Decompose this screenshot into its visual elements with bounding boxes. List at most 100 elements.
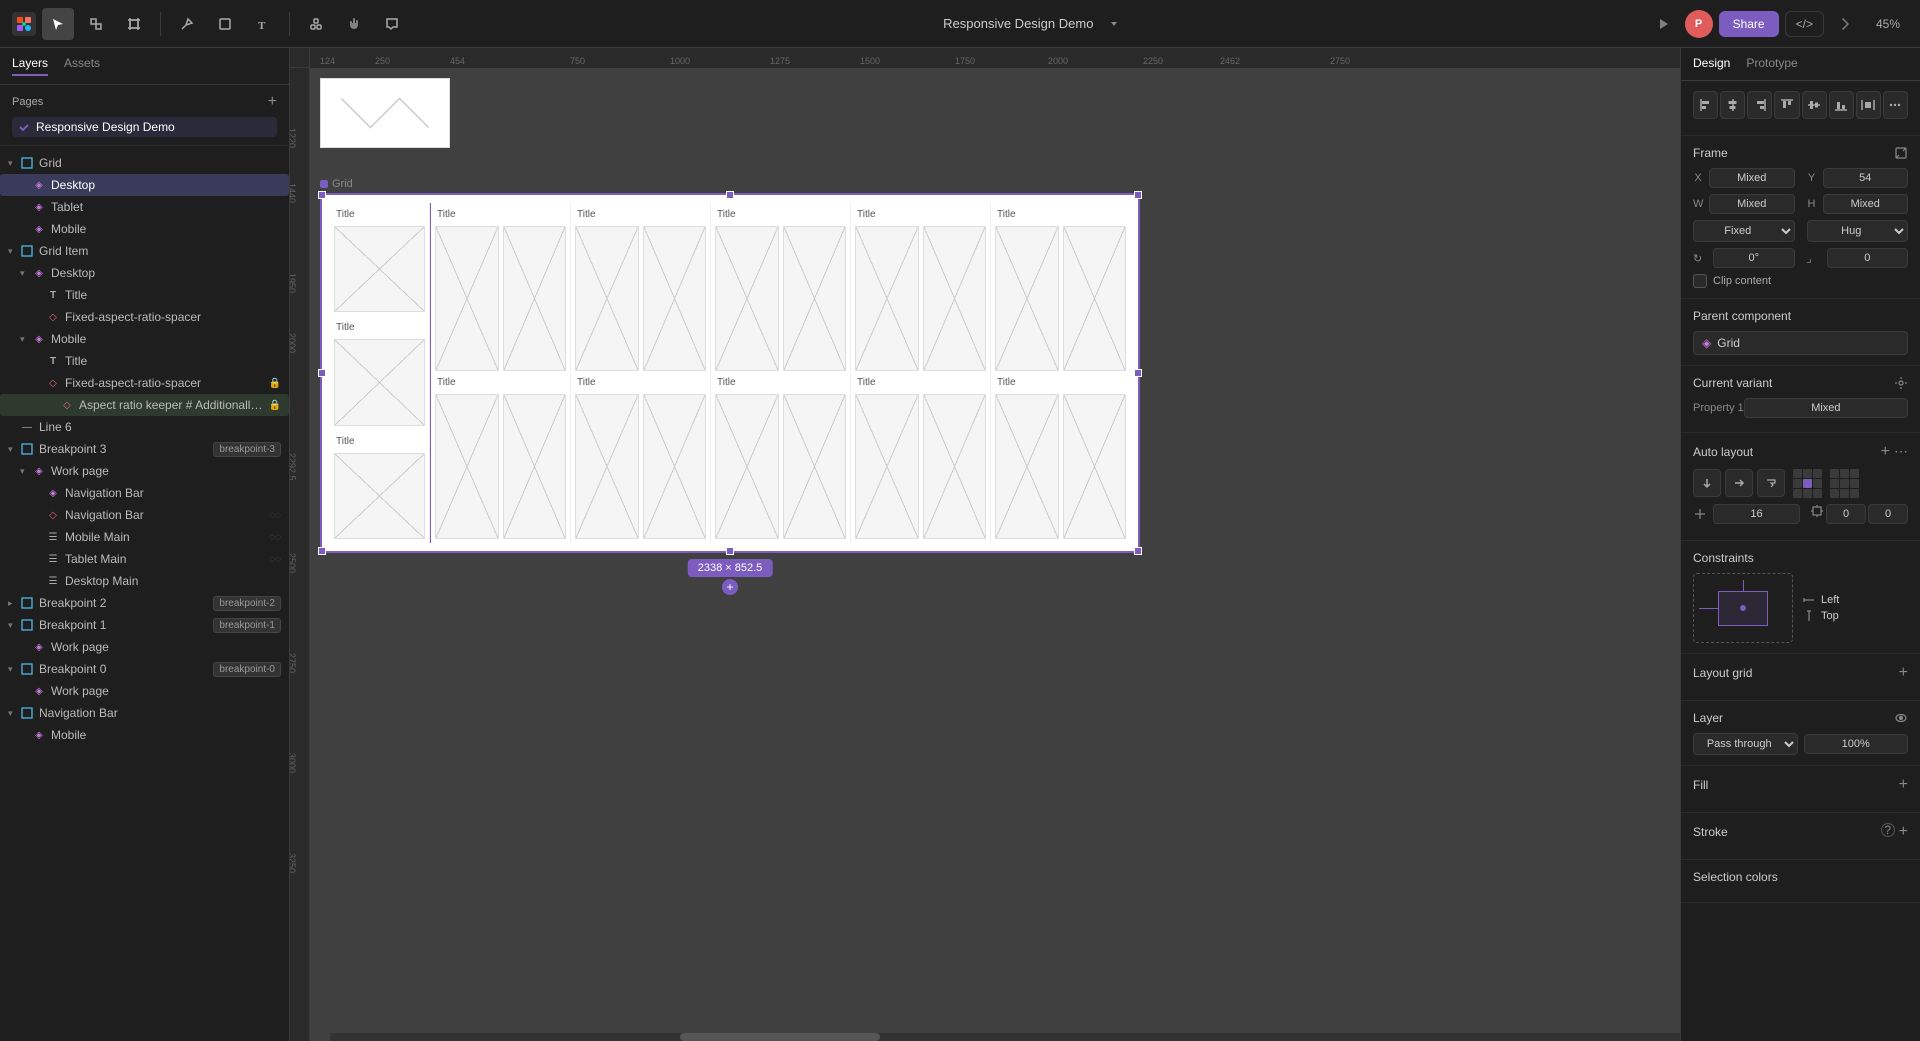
handle-bm[interactable] bbox=[726, 547, 734, 555]
align-left-btn[interactable] bbox=[1693, 91, 1718, 119]
handle-tr[interactable] bbox=[1134, 191, 1142, 199]
layer-item-nav-bar-3[interactable]: ▾ Navigation Bar bbox=[0, 702, 289, 724]
align-grid-tm[interactable] bbox=[1803, 469, 1812, 478]
dist-grid-7[interactable] bbox=[1830, 489, 1839, 498]
align-center-v-btn[interactable] bbox=[1802, 91, 1827, 119]
move-tool-btn[interactable] bbox=[42, 8, 74, 40]
layer-item-desktop-gi[interactable]: ▾ ◈ Desktop bbox=[0, 262, 289, 284]
present-btn[interactable] bbox=[1647, 8, 1679, 40]
padding-v-input[interactable] bbox=[1868, 504, 1908, 524]
document-title[interactable]: Responsive Design Demo bbox=[935, 12, 1101, 35]
layer-item-aspect-ratio-keeper[interactable]: ◇ Aspect ratio keeper # Additionally ...… bbox=[0, 394, 289, 416]
align-bottom-btn[interactable] bbox=[1829, 91, 1854, 119]
layer-item-nav-bar-2[interactable]: ◇ Navigation Bar ◌◌ bbox=[0, 504, 289, 526]
layer-item-breakpoint-3[interactable]: ▾ Breakpoint 3 breakpoint-3 bbox=[0, 438, 289, 460]
handle-tm[interactable] bbox=[726, 191, 734, 199]
scale-tool-btn[interactable] bbox=[80, 8, 112, 40]
handle-bl[interactable] bbox=[318, 547, 326, 555]
align-grid-bm[interactable] bbox=[1803, 489, 1812, 498]
tab-assets[interactable]: Assets bbox=[64, 56, 100, 76]
layer-item-desktop[interactable]: ◈ Desktop bbox=[0, 174, 289, 196]
page-item-responsive[interactable]: Responsive Design Demo bbox=[12, 117, 277, 137]
layer-item-fixed-aspect-2[interactable]: ◇ Fixed-aspect-ratio-spacer 🔒 bbox=[0, 372, 289, 394]
layer-item-title-1[interactable]: T Title bbox=[0, 284, 289, 306]
dir-right-btn[interactable] bbox=[1725, 469, 1753, 497]
frame-tool-btn[interactable] bbox=[118, 8, 150, 40]
constraint-v-select[interactable]: Hug Fill Fixed bbox=[1807, 220, 1909, 242]
property-1-input[interactable] bbox=[1744, 398, 1908, 418]
align-grid-tl[interactable] bbox=[1793, 469, 1802, 478]
layer-item-desktop-main[interactable]: ☰ Desktop Main bbox=[0, 570, 289, 592]
align-grid-br[interactable] bbox=[1813, 489, 1822, 498]
align-grid-mr[interactable] bbox=[1813, 479, 1822, 488]
layer-item-work-page-1[interactable]: ▾ ◈ Work page bbox=[0, 460, 289, 482]
scrollbar-horizontal[interactable] bbox=[330, 1033, 1680, 1041]
add-layout-grid-btn[interactable]: + bbox=[1899, 664, 1908, 682]
shape-tool-btn[interactable] bbox=[209, 8, 241, 40]
scrollbar-thumb[interactable] bbox=[680, 1033, 880, 1041]
app-logo[interactable] bbox=[12, 12, 36, 36]
layer-item-grid-item[interactable]: ▾ Grid Item bbox=[0, 240, 289, 262]
hand-tool-btn[interactable] bbox=[338, 8, 370, 40]
align-center-h-btn[interactable] bbox=[1720, 91, 1745, 119]
tab-prototype[interactable]: Prototype bbox=[1746, 56, 1797, 80]
dist-grid-6[interactable] bbox=[1850, 479, 1859, 488]
corner-input[interactable] bbox=[1827, 248, 1909, 268]
align-grid-tr[interactable] bbox=[1813, 469, 1822, 478]
layer-item-line-6[interactable]: — Line 6 bbox=[0, 416, 289, 438]
dist-grid-1[interactable] bbox=[1830, 469, 1839, 478]
layer-item-mobile[interactable]: ◈ Mobile bbox=[0, 218, 289, 240]
align-grid-ml[interactable] bbox=[1793, 479, 1802, 488]
more-auto-layout-btn[interactable]: ⋯ bbox=[1894, 443, 1908, 461]
layer-item-tablet-main[interactable]: ☰ Tablet Main ◌◌ bbox=[0, 548, 289, 570]
dist-grid-4[interactable] bbox=[1830, 479, 1839, 488]
dist-grid-2[interactable] bbox=[1840, 469, 1849, 478]
layer-item-work-page-2[interactable]: ◈ Work page bbox=[0, 636, 289, 658]
share-button[interactable]: Share bbox=[1719, 11, 1779, 37]
dist-grid-5[interactable] bbox=[1840, 479, 1849, 488]
layer-item-mobile-main[interactable]: ☰ Mobile Main ◌◌ bbox=[0, 526, 289, 548]
h-input[interactable] bbox=[1823, 194, 1909, 214]
add-page-btn[interactable]: + bbox=[268, 93, 277, 111]
dist-grid-3[interactable] bbox=[1850, 469, 1859, 478]
layer-eye-icon[interactable] bbox=[1894, 711, 1908, 725]
more-btn[interactable] bbox=[1830, 8, 1862, 40]
small-frame-top[interactable] bbox=[320, 78, 450, 148]
opacity-input[interactable] bbox=[1804, 734, 1909, 754]
pen-tool-btn[interactable] bbox=[171, 8, 203, 40]
add-auto-layout-btn[interactable]: + bbox=[1881, 443, 1890, 461]
layer-item-breakpoint-2[interactable]: ▸ Breakpoint 2 breakpoint-2 bbox=[0, 592, 289, 614]
tab-design[interactable]: Design bbox=[1693, 56, 1730, 80]
align-right-btn[interactable] bbox=[1747, 91, 1772, 119]
add-frame-btn[interactable]: + bbox=[722, 579, 738, 595]
add-fill-btn[interactable]: + bbox=[1899, 776, 1908, 794]
add-stroke-btn[interactable]: + bbox=[1899, 823, 1908, 841]
layer-item-fixed-aspect-1[interactable]: ◇ Fixed-aspect-ratio-spacer bbox=[0, 306, 289, 328]
layer-item-grid[interactable]: ▾ Grid bbox=[0, 152, 289, 174]
x-input[interactable] bbox=[1709, 168, 1795, 188]
handle-mr[interactable] bbox=[1134, 369, 1142, 377]
zoom-level[interactable]: 45% bbox=[1868, 13, 1908, 35]
layer-item-title-2[interactable]: T Title bbox=[0, 350, 289, 372]
padding-h-input[interactable] bbox=[1826, 504, 1866, 524]
dir-wrap-btn[interactable] bbox=[1757, 469, 1785, 497]
layer-item-breakpoint-1[interactable]: ▾ Breakpoint 1 breakpoint-1 bbox=[0, 614, 289, 636]
w-input[interactable] bbox=[1709, 194, 1795, 214]
variant-settings-icon[interactable] bbox=[1894, 376, 1908, 390]
handle-ml[interactable] bbox=[318, 369, 326, 377]
component-tool-btn[interactable] bbox=[300, 8, 332, 40]
layer-item-mobile-nav[interactable]: ◈ Mobile bbox=[0, 724, 289, 746]
more-align-btn[interactable] bbox=[1883, 91, 1908, 119]
rotation-input[interactable] bbox=[1713, 248, 1795, 268]
y-input[interactable] bbox=[1823, 168, 1909, 188]
code-button[interactable]: </> bbox=[1785, 11, 1824, 37]
align-top-btn[interactable] bbox=[1774, 91, 1799, 119]
layer-item-mobile-gi[interactable]: ▾ ◈ Mobile bbox=[0, 328, 289, 350]
parent-component-chip[interactable]: ◈ Grid bbox=[1693, 331, 1908, 355]
layer-item-breakpoint-0[interactable]: ▾ Breakpoint 0 breakpoint-0 bbox=[0, 658, 289, 680]
text-tool-btn[interactable]: T bbox=[247, 8, 279, 40]
comment-tool-btn[interactable] bbox=[376, 8, 408, 40]
layer-item-nav-bar-1[interactable]: ◈ Navigation Bar bbox=[0, 482, 289, 504]
stroke-help-icon[interactable]: ? bbox=[1881, 823, 1895, 837]
constraint-h-select[interactable]: Fixed Fill Hug bbox=[1693, 220, 1795, 242]
